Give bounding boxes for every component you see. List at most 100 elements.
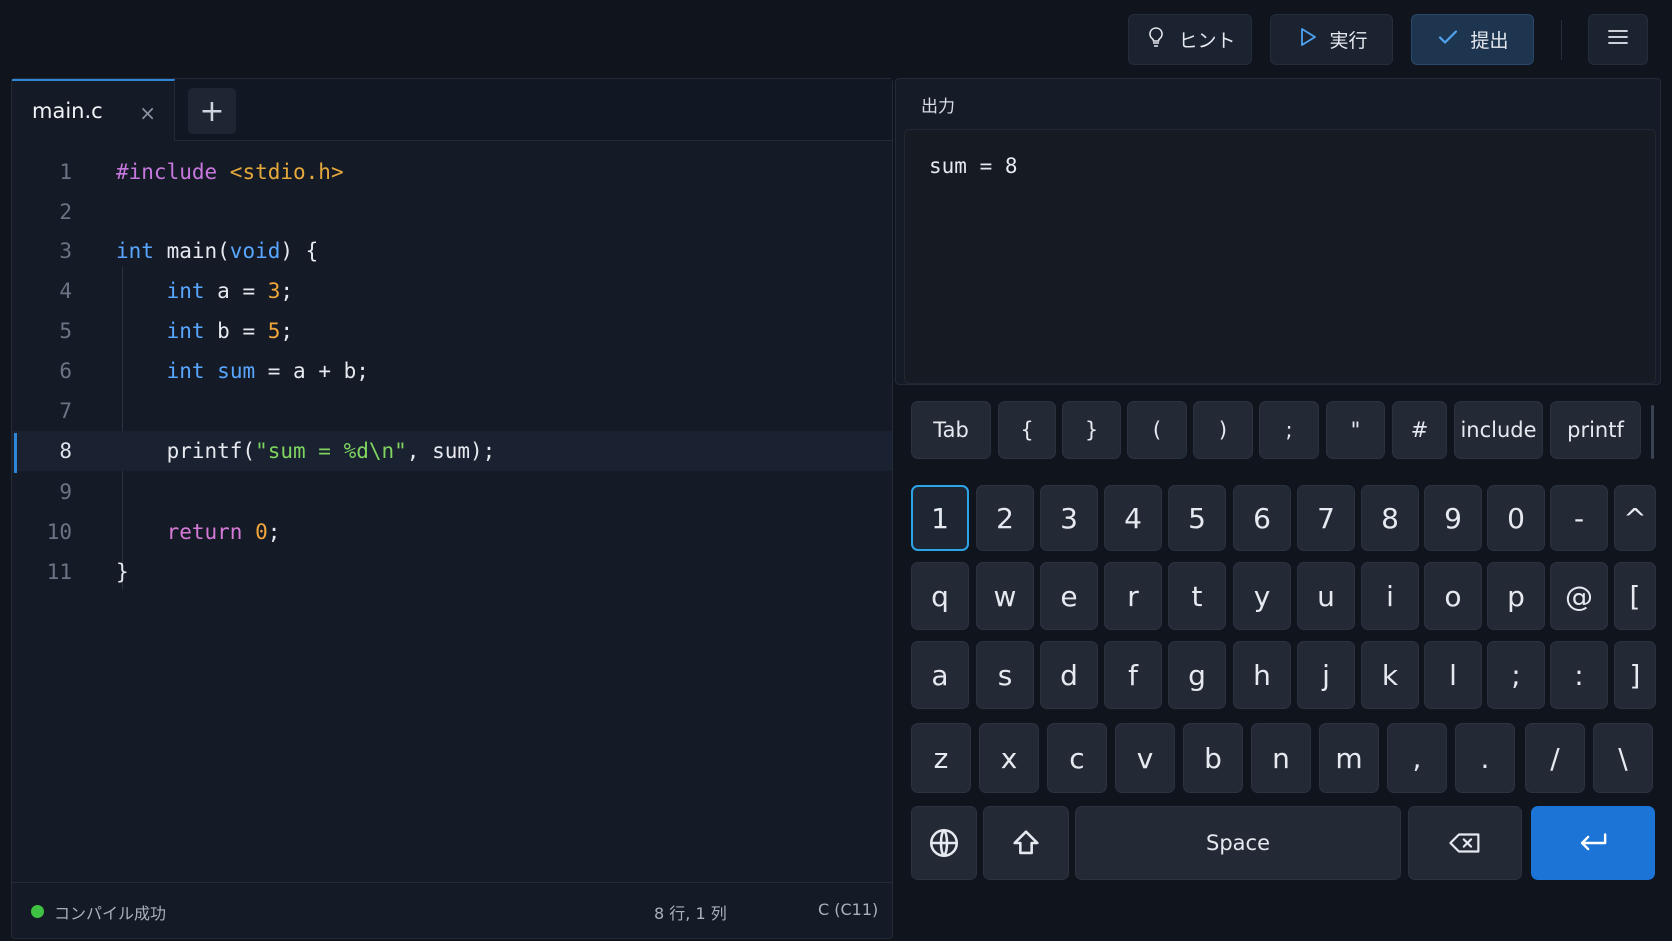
close-icon[interactable]: ×: [139, 103, 156, 123]
key-)[interactable]: ): [1193, 401, 1253, 459]
code-line[interactable]: 7: [12, 391, 892, 431]
key-x[interactable]: x: [979, 723, 1039, 793]
key-@[interactable]: @: [1550, 562, 1608, 630]
output-text: sum = 8: [929, 154, 1018, 178]
file-tab-label: main.c: [32, 99, 103, 123]
key-7[interactable]: 7: [1297, 485, 1355, 551]
key-n[interactable]: n: [1251, 723, 1311, 793]
line-number: 6: [59, 359, 72, 383]
code-line-text[interactable]: return 0;: [116, 520, 281, 544]
key-include[interactable]: include: [1454, 401, 1543, 459]
code-line-text[interactable]: int b = 5;: [116, 319, 293, 343]
globe-key[interactable]: [911, 806, 977, 880]
code-line[interactable]: 2: [12, 192, 892, 232]
code-line-text[interactable]: #include <stdio.h>: [116, 160, 344, 184]
code-line-text[interactable]: }: [116, 560, 129, 584]
key-0[interactable]: 0: [1487, 485, 1545, 551]
key-2[interactable]: 2: [976, 485, 1034, 551]
key-l[interactable]: l: [1424, 641, 1482, 709]
key-{[interactable]: {: [998, 401, 1056, 459]
submit-label: 提出: [1470, 30, 1509, 52]
key-i[interactable]: i: [1361, 562, 1419, 630]
key-j[interactable]: j: [1297, 641, 1355, 709]
key-;[interactable]: ;: [1487, 641, 1545, 709]
key--[interactable]: -: [1550, 485, 1608, 551]
key-/[interactable]: /: [1525, 723, 1585, 793]
key-^[interactable]: ^: [1614, 485, 1656, 551]
code-line[interactable]: 4 int a = 3;: [12, 271, 892, 311]
key-;[interactable]: ;: [1259, 401, 1319, 459]
key-u[interactable]: u: [1297, 562, 1355, 630]
code-line-text[interactable]: int a = 3;: [116, 279, 293, 303]
run-button[interactable]: 実行: [1270, 14, 1393, 65]
key-4[interactable]: 4: [1104, 485, 1162, 551]
key-s[interactable]: s: [976, 641, 1034, 709]
key-quote[interactable]: ": [1326, 401, 1385, 459]
code-line[interactable]: 1 #include <stdio.h>: [12, 152, 892, 192]
key-f[interactable]: f: [1104, 641, 1162, 709]
key-6[interactable]: 6: [1233, 485, 1291, 551]
key-h[interactable]: h: [1233, 641, 1291, 709]
enter-key[interactable]: [1531, 806, 1655, 880]
code-line[interactable]: 3 int main(void) {: [12, 231, 892, 271]
key-}[interactable]: }: [1062, 401, 1121, 459]
hint-button[interactable]: ヒント: [1128, 14, 1252, 65]
line-number: 3: [59, 239, 72, 263]
code-line-text[interactable]: int main(void) {: [116, 239, 318, 263]
key-8[interactable]: 8: [1361, 485, 1419, 551]
key-5[interactable]: 5: [1168, 485, 1226, 551]
output-panel: 出力 sum = 8: [895, 78, 1661, 385]
key-([interactable]: (: [1127, 401, 1187, 459]
key-c[interactable]: c: [1047, 723, 1107, 793]
key-:[interactable]: :: [1550, 641, 1608, 709]
key-g[interactable]: g: [1168, 641, 1226, 709]
line-number: 1: [59, 160, 72, 184]
file-tab-main[interactable]: main.c ×: [12, 79, 175, 141]
key-printf[interactable]: printf: [1550, 401, 1641, 459]
key-1[interactable]: 1: [911, 485, 969, 551]
hamburger-icon: [1606, 25, 1630, 54]
menu-button[interactable]: [1588, 14, 1648, 65]
key-b[interactable]: b: [1183, 723, 1243, 793]
key-r[interactable]: r: [1104, 562, 1162, 630]
key-e[interactable]: e: [1040, 562, 1098, 630]
key-t[interactable]: t: [1168, 562, 1226, 630]
key-q[interactable]: q: [911, 562, 969, 630]
key-9[interactable]: 9: [1424, 485, 1482, 551]
key-#[interactable]: #: [1392, 401, 1447, 459]
add-tab-button[interactable]: +: [188, 88, 236, 134]
key-w[interactable]: w: [976, 562, 1034, 630]
code-line[interactable]: 8 printf("sum = %d\n", sum);: [12, 431, 892, 473]
submit-button[interactable]: 提出: [1411, 14, 1534, 65]
key-a[interactable]: a: [911, 641, 969, 709]
key-,[interactable]: ,: [1387, 723, 1447, 793]
key-z[interactable]: z: [911, 723, 971, 793]
code-line[interactable]: 10 return 0;: [12, 512, 892, 552]
code-line[interactable]: 5 int b = 5;: [12, 311, 892, 351]
key-Tab[interactable]: Tab: [911, 401, 991, 459]
key-y[interactable]: y: [1233, 562, 1291, 630]
hint-label: ヒント: [1178, 30, 1236, 52]
key-][interactable]: ]: [1614, 641, 1656, 709]
key-o[interactable]: o: [1424, 562, 1482, 630]
space-key[interactable]: Space: [1075, 806, 1401, 880]
language-indicator[interactable]: C (C11): [818, 900, 878, 919]
code-line[interactable]: 11}: [12, 552, 892, 592]
key-.[interactable]: .: [1455, 723, 1515, 793]
code-line[interactable]: 6 int sum = a + b;: [12, 351, 892, 391]
key-k[interactable]: k: [1361, 641, 1419, 709]
key-p[interactable]: p: [1487, 562, 1545, 630]
key-v[interactable]: v: [1115, 723, 1175, 793]
code-line-text[interactable]: printf("sum = %d\n", sum);: [116, 439, 496, 463]
shift-key[interactable]: [983, 806, 1069, 880]
key-backslash[interactable]: \: [1593, 723, 1653, 793]
code-line-text[interactable]: int sum = a + b;: [116, 359, 369, 383]
symbol-row-scrollbar[interactable]: [1651, 405, 1654, 459]
key-m[interactable]: m: [1319, 723, 1379, 793]
code-area[interactable]: 1 #include <stdio.h> 2 3 int main(void) { 4 i…: [12, 141, 892, 883]
key-[[interactable]: [: [1614, 562, 1656, 630]
key-3[interactable]: 3: [1040, 485, 1098, 551]
code-line[interactable]: 9: [12, 472, 892, 512]
key-d[interactable]: d: [1040, 641, 1098, 709]
backspace-key[interactable]: [1408, 806, 1522, 880]
